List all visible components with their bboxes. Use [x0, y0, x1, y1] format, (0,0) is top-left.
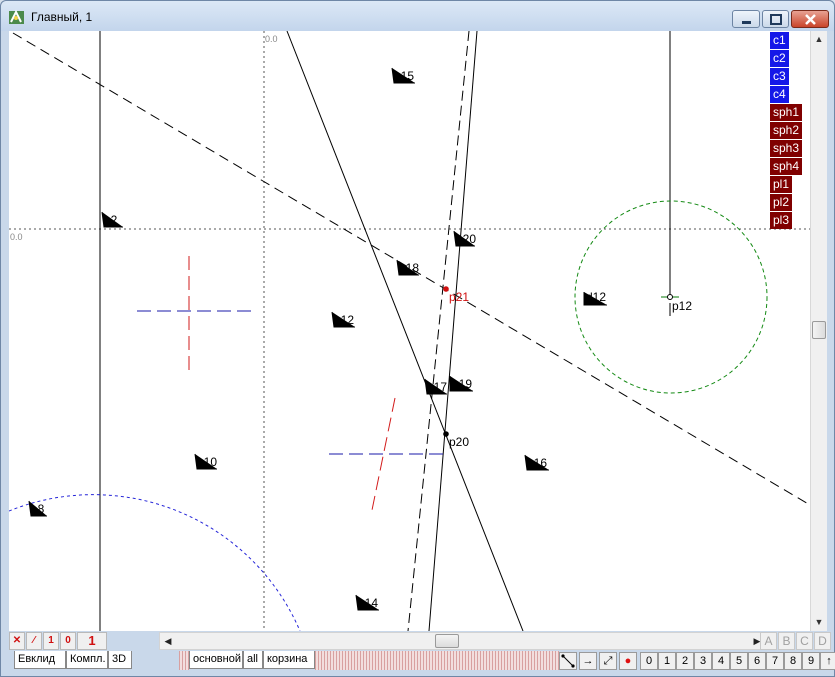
digit-5-button[interactable]: 5: [730, 652, 748, 670]
digit-8-button[interactable]: 8: [784, 652, 802, 670]
digit-3-button[interactable]: 3: [694, 652, 712, 670]
resize-icon[interactable]: ⤢: [599, 652, 617, 670]
digit-1-button[interactable]: 1: [658, 652, 676, 670]
near-vertical-line: [428, 31, 478, 631]
vertical-scroll-thumb[interactable]: [812, 321, 826, 339]
digit-2-button[interactable]: 2: [676, 652, 694, 670]
drawing-canvas[interactable]: 0.0 0.0 o15 o2: [9, 31, 810, 631]
label-p20: p20: [449, 435, 469, 449]
label-pl2[interactable]: pl2: [770, 194, 793, 211]
status-row: ✕ ⁄ 1 0 1 ◀ ▶ A B C D: [9, 632, 831, 650]
title-bar: Главный, 1: [1, 1, 834, 31]
tab-complex[interactable]: Компл.: [66, 651, 108, 669]
label-sph4[interactable]: sph4: [770, 158, 803, 175]
label-sph3[interactable]: sph3: [770, 140, 803, 157]
label-pl1[interactable]: pl1: [770, 176, 793, 193]
up-arrow-button[interactable]: ↑: [820, 652, 835, 670]
delete-button[interactable]: ✕: [9, 632, 25, 650]
tabs-row: Евклид Компл. 3D основной all корзина → …: [9, 651, 835, 671]
window-title: Главный, 1: [31, 10, 93, 24]
arrow-right-icon[interactable]: →: [579, 652, 597, 670]
label-c3[interactable]: c3: [770, 68, 789, 85]
tab-euclid[interactable]: Евклид: [14, 651, 66, 669]
tabs-hatch-left: [179, 651, 189, 670]
blue-arc: [9, 494, 301, 631]
p21-point: [443, 286, 449, 292]
record-icon[interactable]: ●: [619, 652, 637, 670]
scroll-down-icon[interactable]: ▼: [811, 614, 827, 631]
label-c2[interactable]: c2: [770, 50, 789, 67]
x-origin-label: 0.0: [265, 34, 278, 44]
y-origin-label: 0.0: [10, 232, 23, 242]
close-button[interactable]: [791, 10, 829, 28]
step-counter: 1: [77, 632, 107, 650]
red-dash-2: [370, 397, 396, 516]
letter-a-button[interactable]: A: [760, 632, 777, 650]
label-c1[interactable]: c1: [770, 32, 789, 49]
digit-0-button[interactable]: 0: [640, 652, 658, 670]
scroll-left-icon[interactable]: ◀: [160, 633, 176, 649]
label-pl3[interactable]: pl3: [770, 212, 793, 229]
segment-tool-icon[interactable]: [559, 652, 577, 670]
letter-b-button[interactable]: B: [778, 632, 795, 650]
label-p12: p12: [672, 299, 692, 313]
tab-3d[interactable]: 3D: [108, 651, 132, 669]
scroll-up-icon[interactable]: ▲: [811, 31, 827, 48]
letter-c-button[interactable]: C: [796, 632, 813, 650]
label-sph1[interactable]: sph1: [770, 104, 803, 121]
tabs-hatch-right: [315, 651, 559, 670]
digit-4-button[interactable]: 4: [712, 652, 730, 670]
p20-point: [443, 431, 449, 437]
tab-trash[interactable]: корзина: [263, 651, 315, 669]
letter-d-button[interactable]: D: [814, 632, 831, 650]
digit-9-button[interactable]: 9: [802, 652, 820, 670]
maximize-button[interactable]: [762, 10, 789, 28]
label-sph2[interactable]: sph2: [770, 122, 803, 139]
near-vertical-dashed-line: [407, 31, 470, 631]
digit-7-button[interactable]: 7: [766, 652, 784, 670]
one-button[interactable]: 1: [43, 632, 59, 650]
tab-main-layer[interactable]: основной: [189, 651, 243, 669]
steep-line: [286, 31, 524, 631]
app-icon: [9, 9, 24, 24]
label-c4[interactable]: c4: [770, 86, 789, 103]
digit-6-button[interactable]: 6: [748, 652, 766, 670]
zero-button[interactable]: 0: [60, 632, 76, 650]
main-window: Главный, 1 0.0 0.0 o20 o18 p21 d12 p12 o…: [0, 0, 835, 677]
minimize-button[interactable]: [732, 10, 760, 28]
horizontal-scrollbar[interactable]: ◀ ▶: [159, 632, 766, 650]
vertical-scrollbar[interactable]: ▲ ▼: [810, 31, 827, 631]
label-p21: p21: [449, 290, 469, 304]
slash-button[interactable]: ⁄: [26, 632, 42, 650]
geometry-drawing[interactable]: 0.0 0.0 o15 o2: [9, 31, 810, 631]
tab-all[interactable]: all: [243, 651, 263, 669]
horizontal-scroll-thumb[interactable]: [435, 634, 459, 648]
